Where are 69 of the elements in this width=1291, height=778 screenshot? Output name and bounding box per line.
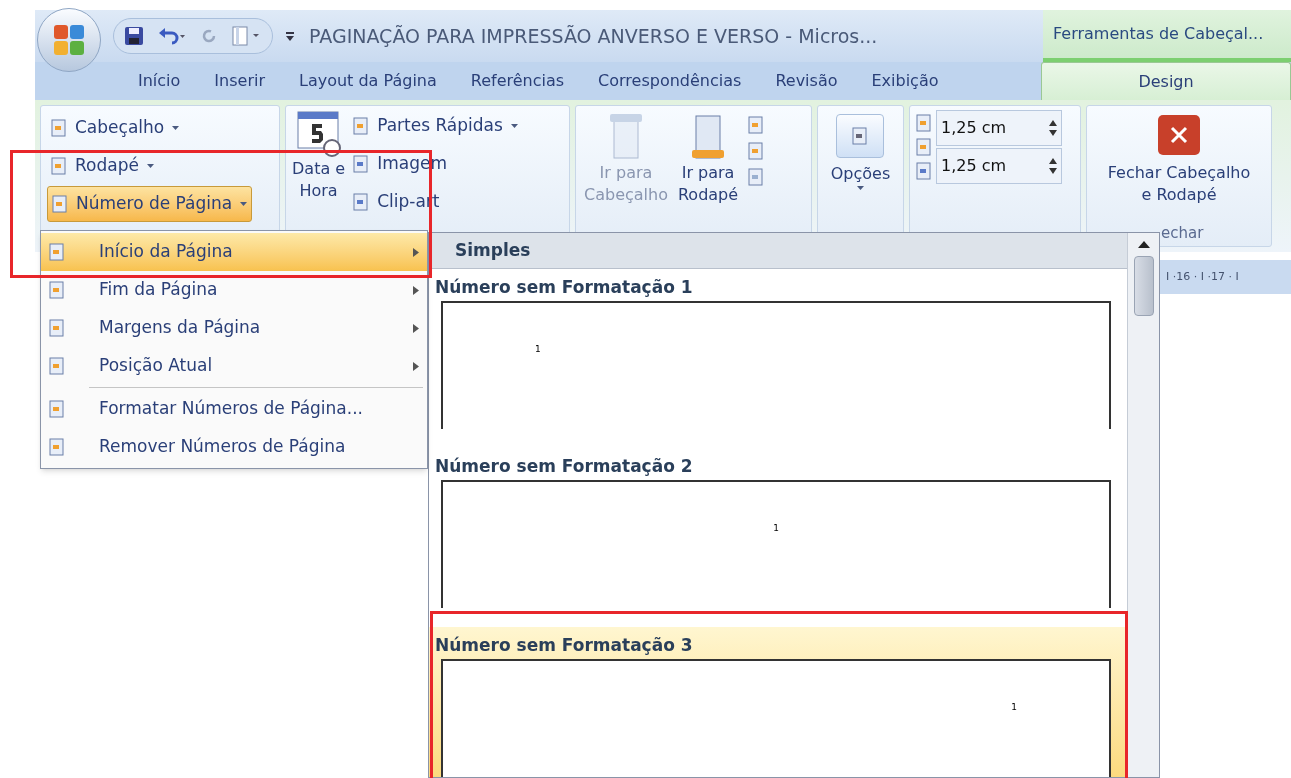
gallery-item-title: Número sem Formatação 2	[435, 455, 694, 478]
ribbon-tab[interactable]: Exibição	[854, 62, 956, 100]
spinner-icon	[1049, 157, 1057, 175]
page-icon	[49, 319, 65, 337]
close-button[interactable]: Fechar Cabeçalho e Rodapé	[1107, 114, 1251, 206]
ribbon-button[interactable]: Partes Rápidas	[353, 110, 518, 142]
options-button[interactable]: Opções	[830, 114, 891, 190]
page-number: 1	[535, 343, 541, 356]
page-icon	[51, 157, 67, 175]
caret-icon	[146, 164, 154, 168]
submenu-arrow-icon	[413, 247, 419, 257]
page-icon	[49, 281, 65, 299]
ribbon-button[interactable]: Ir para Rodapé	[677, 112, 739, 206]
logo-icon	[52, 23, 86, 57]
gallery-category: Simples	[429, 233, 1127, 269]
ribbon-tab[interactable]: Revisão	[758, 62, 855, 100]
gallery-item-title: Número sem Formatação 3	[435, 634, 694, 657]
scrollbar[interactable]	[1127, 233, 1159, 777]
page-layout-icon[interactable]	[232, 26, 262, 46]
ribbon-button[interactable]: Número de Página	[47, 186, 253, 222]
ribbon-tab[interactable]: Correspondências	[581, 62, 759, 100]
caret-icon	[240, 202, 248, 206]
save-icon[interactable]	[124, 26, 144, 46]
page-icon	[852, 127, 869, 145]
ribbon-tab[interactable]: Design	[1041, 62, 1291, 100]
caret-icon	[172, 126, 180, 130]
scroll-up-icon[interactable]	[1137, 241, 1150, 248]
page-icon	[353, 117, 370, 135]
page-icon	[49, 357, 65, 375]
menu-item-label: Início da Página	[99, 240, 234, 264]
ruler: I ·16 · I ·17 · I	[1160, 260, 1291, 294]
menu-item-label: Remover Números de Página	[99, 435, 347, 459]
menu-item[interactable]: Fim da Página	[41, 271, 427, 309]
ribbon-tab[interactable]: Referências	[453, 62, 582, 100]
ribbon-tab[interactable]: Início	[121, 62, 198, 100]
scroll-thumb[interactable]	[1133, 256, 1154, 316]
spin-field[interactable]: 1,25 cm	[936, 148, 1062, 184]
spinner-icon	[1049, 119, 1057, 137]
page-icon	[52, 195, 68, 213]
undo-icon[interactable]	[158, 27, 186, 45]
menu-item[interactable]: Margens da Página	[41, 309, 427, 347]
menu-item-label: Fim da Página	[99, 278, 219, 302]
caret-icon	[857, 186, 864, 190]
page-icon	[49, 243, 65, 261]
gallery-item[interactable]: Número sem Formatação 3 1	[429, 627, 1127, 777]
page-number: 1	[773, 522, 779, 535]
submenu-arrow-icon	[413, 285, 419, 295]
contextual-group-label: Ferramentas de Cabeçal...	[1043, 10, 1291, 62]
menu-item-label: Posição Atual	[99, 354, 214, 378]
ribbon-tab[interactable]: Inserir	[197, 62, 282, 100]
customize-icon[interactable]	[285, 30, 295, 42]
page-icon	[51, 119, 67, 137]
spin-field[interactable]: 1,25 cm	[936, 110, 1062, 146]
menu-item[interactable]: Formatar Números de Página...	[41, 390, 427, 428]
menu-item[interactable]: Remover Números de Página	[41, 428, 427, 466]
menu-item[interactable]: Posição Atual	[41, 347, 427, 385]
submenu-arrow-icon	[413, 361, 419, 371]
window-title: PAGINAÇÃO PARA IMPRESSÃO ANVERSO E VERSO - Micros...	[309, 23, 879, 49]
submenu-arrow-icon	[413, 323, 419, 333]
menu-item-label: Margens da Página	[99, 316, 262, 340]
group-label: echar	[1161, 222, 1204, 244]
ribbon-button[interactable]: Cabeçalho	[47, 110, 184, 146]
ribbon-tab[interactable]: Layout da Página	[282, 62, 454, 100]
menu-item-label: Formatar Números de Página...	[99, 397, 364, 421]
gallery-item-title: Número sem Formatação 1	[435, 276, 694, 299]
page-number: 1	[1011, 701, 1017, 714]
close-icon	[1157, 114, 1201, 156]
menu-item[interactable]: Início da Página	[41, 233, 427, 271]
ribbon-button[interactable]: Rodapé	[47, 148, 158, 184]
